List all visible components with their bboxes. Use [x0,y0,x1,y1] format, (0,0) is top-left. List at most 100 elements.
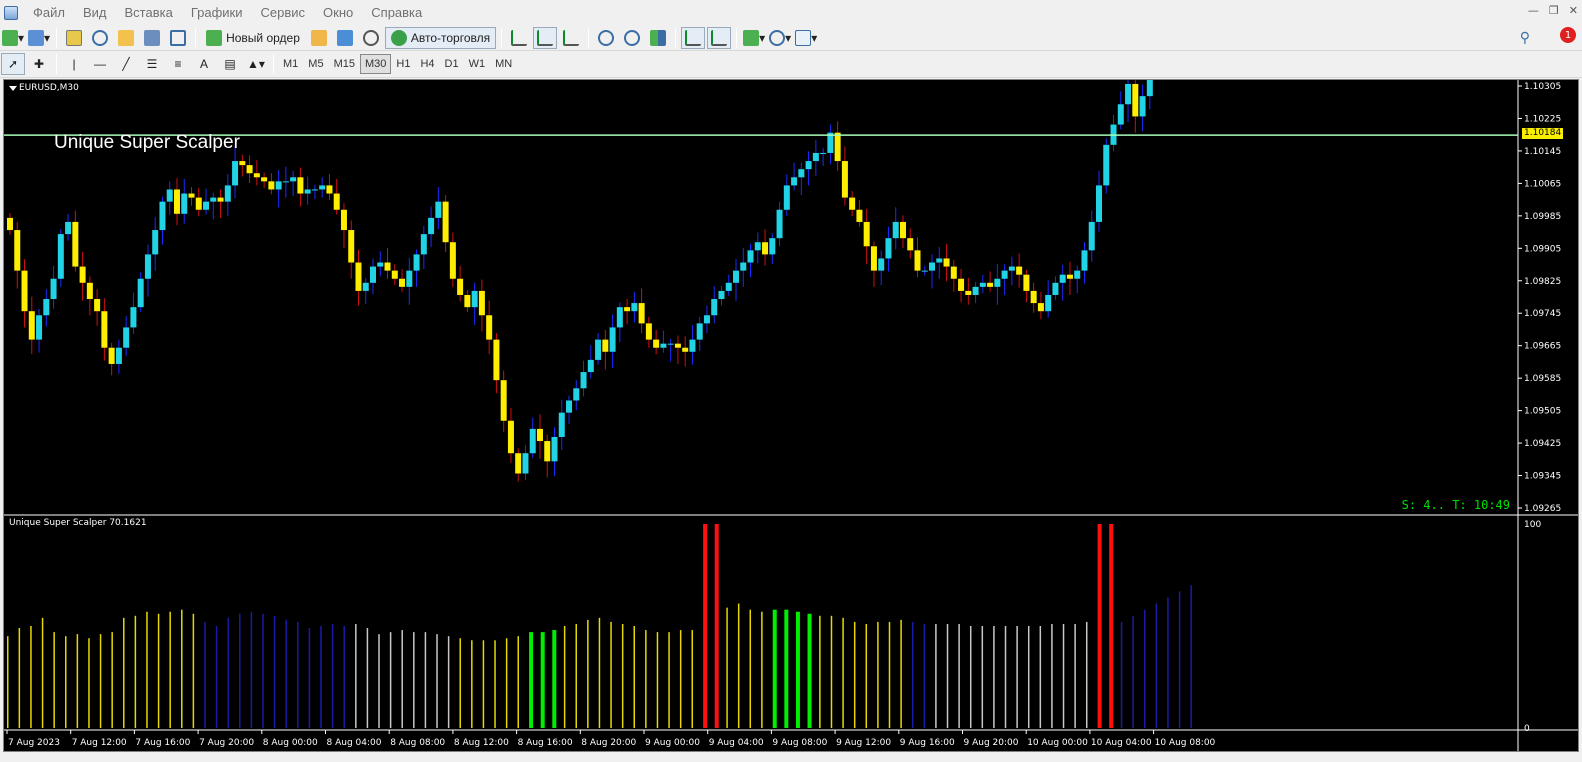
periods-button[interactable]: ▾ [768,27,792,49]
histogram-bar [505,638,508,728]
histogram-bar [1027,626,1030,728]
signals-button[interactable] [359,27,383,49]
candle-body [101,311,108,348]
menu-insert[interactable]: Вставка [116,5,182,20]
histogram-bar [563,626,566,728]
timeframe-d1[interactable]: D1 [440,54,464,74]
histogram-bar [610,621,612,728]
search-icon[interactable]: ⚲ [1520,30,1530,46]
histogram-bar [1051,623,1053,728]
menu-tools[interactable]: Сервис [252,5,315,20]
fibonacci-button[interactable]: ≡ [166,53,190,75]
time-axis-label: 7 Aug 20:00 [199,738,254,748]
chart-window[interactable]: 1.10305 1.10225 1.10145 1.10065 1.09985 1.099… [3,79,1579,752]
label-button[interactable]: ▤ [218,53,242,75]
profiles-button[interactable]: ▾ [27,27,51,49]
market-watch-icon [66,29,83,46]
candlestick-button[interactable] [533,26,558,49]
histogram-bar [807,613,812,728]
shapes-button[interactable]: ▲ ▾ [244,53,268,75]
data-window-button[interactable] [88,27,112,49]
indicator-axis-max: 100 [1524,520,1541,530]
menu-window[interactable]: Окно [314,5,362,20]
indicator-chart[interactable]: 100 0 7 Aug 2023 7 Aug 12:00 7 Aug 16:00 7 Au… [4,516,1578,751]
candle-body [28,311,35,340]
candle-body [580,372,587,389]
timeframe-m30[interactable]: M30 [359,54,392,74]
histogram-bar [413,632,415,728]
price-chart[interactable]: 1.10305 1.10225 1.10145 1.10065 1.09985 1.099… [4,80,1578,516]
candle-body [152,230,159,255]
notification-badge[interactable]: 1 [1560,27,1576,43]
candle-body [36,315,43,340]
templates-icon [795,29,812,46]
new-order-button[interactable]: Новый ордер [201,27,305,49]
tester-button[interactable] [166,27,190,49]
histogram-bar [436,634,438,728]
trendline-button[interactable]: ╱ [114,53,138,75]
market-watch-button[interactable] [62,27,86,49]
timeframe-mn[interactable]: MN [490,54,517,74]
candle-body [711,299,718,316]
navigator-button[interactable] [114,27,138,49]
restore-icon[interactable]: ❐ [1549,4,1559,17]
autotrading-button[interactable]: Авто-торговля [384,26,497,49]
timeframe-m1[interactable]: M1 [278,54,303,74]
candle-body [914,250,921,271]
close-icon[interactable]: ✕ [1569,4,1578,17]
time-axis-label: 10 Aug 00:00 [1027,738,1088,748]
zoom-out-button[interactable] [620,27,644,49]
price-axis-label: 1.09905 [1524,244,1561,254]
new-order-icon [206,29,223,46]
line-chart-icon [563,29,580,46]
autoscroll-button[interactable] [681,26,706,49]
menu-file[interactable]: Файл [24,5,74,20]
line-chart-button[interactable] [559,27,583,49]
histogram-bar [784,609,789,728]
profiles-icon [28,29,45,46]
tile-windows-button[interactable] [646,27,670,49]
candle-body [108,347,115,364]
horizontal-line-button[interactable]: — [88,53,112,75]
bar-chart-button[interactable] [507,27,531,49]
market-button[interactable] [333,27,357,49]
timeframe-m15[interactable]: M15 [329,54,360,74]
histogram-bar [30,626,32,728]
chart-menu-arrow-icon[interactable] [9,86,17,91]
candle-body [493,339,500,381]
indicators-button[interactable]: ▾ [742,27,766,49]
price-axis-label: 1.10065 [1524,179,1561,189]
toolbar-separator [675,27,677,48]
candle-body [224,185,231,202]
price-axis-label: 1.09345 [1524,472,1561,482]
templates-button[interactable]: ▾ [794,27,818,49]
bar-chart-icon [511,29,528,46]
cursor-button[interactable]: ➚ [1,53,25,75]
histogram-bar [192,613,195,728]
time-axis-label: 8 Aug 04:00 [327,738,382,748]
timeframe-m5[interactable]: M5 [303,54,328,74]
crosshair-tool-icon: ✚ [33,57,45,71]
chart-shift-button[interactable] [707,26,732,49]
candle-body [340,209,347,231]
terminal-button[interactable] [140,27,164,49]
meta-editor-button[interactable] [307,27,331,49]
chart-symbol-label: EURUSD,M30 [19,83,79,93]
menu-charts[interactable]: Графики [182,5,252,20]
timeframe-h1[interactable]: H1 [391,54,415,74]
crosshair-button[interactable]: ✚ [27,53,51,75]
menu-view[interactable]: Вид [74,5,116,20]
text-button[interactable]: A [192,53,216,75]
candle-body [1125,83,1132,105]
channel-button[interactable]: ☰ [140,53,164,75]
zoom-in-button[interactable] [594,27,618,49]
histogram-bar [169,611,171,728]
timeframe-h4[interactable]: H4 [415,54,439,74]
vertical-line-button[interactable]: | [62,53,86,75]
minimize-icon[interactable]: — [1528,4,1539,17]
time-axis-label: 7 Aug 2023 [8,738,60,748]
menu-help[interactable]: Справка [362,5,431,20]
vertical-line-icon: | [72,57,76,71]
timeframe-w1[interactable]: W1 [464,54,491,74]
new-chart-button[interactable]: ▾ [1,27,25,49]
